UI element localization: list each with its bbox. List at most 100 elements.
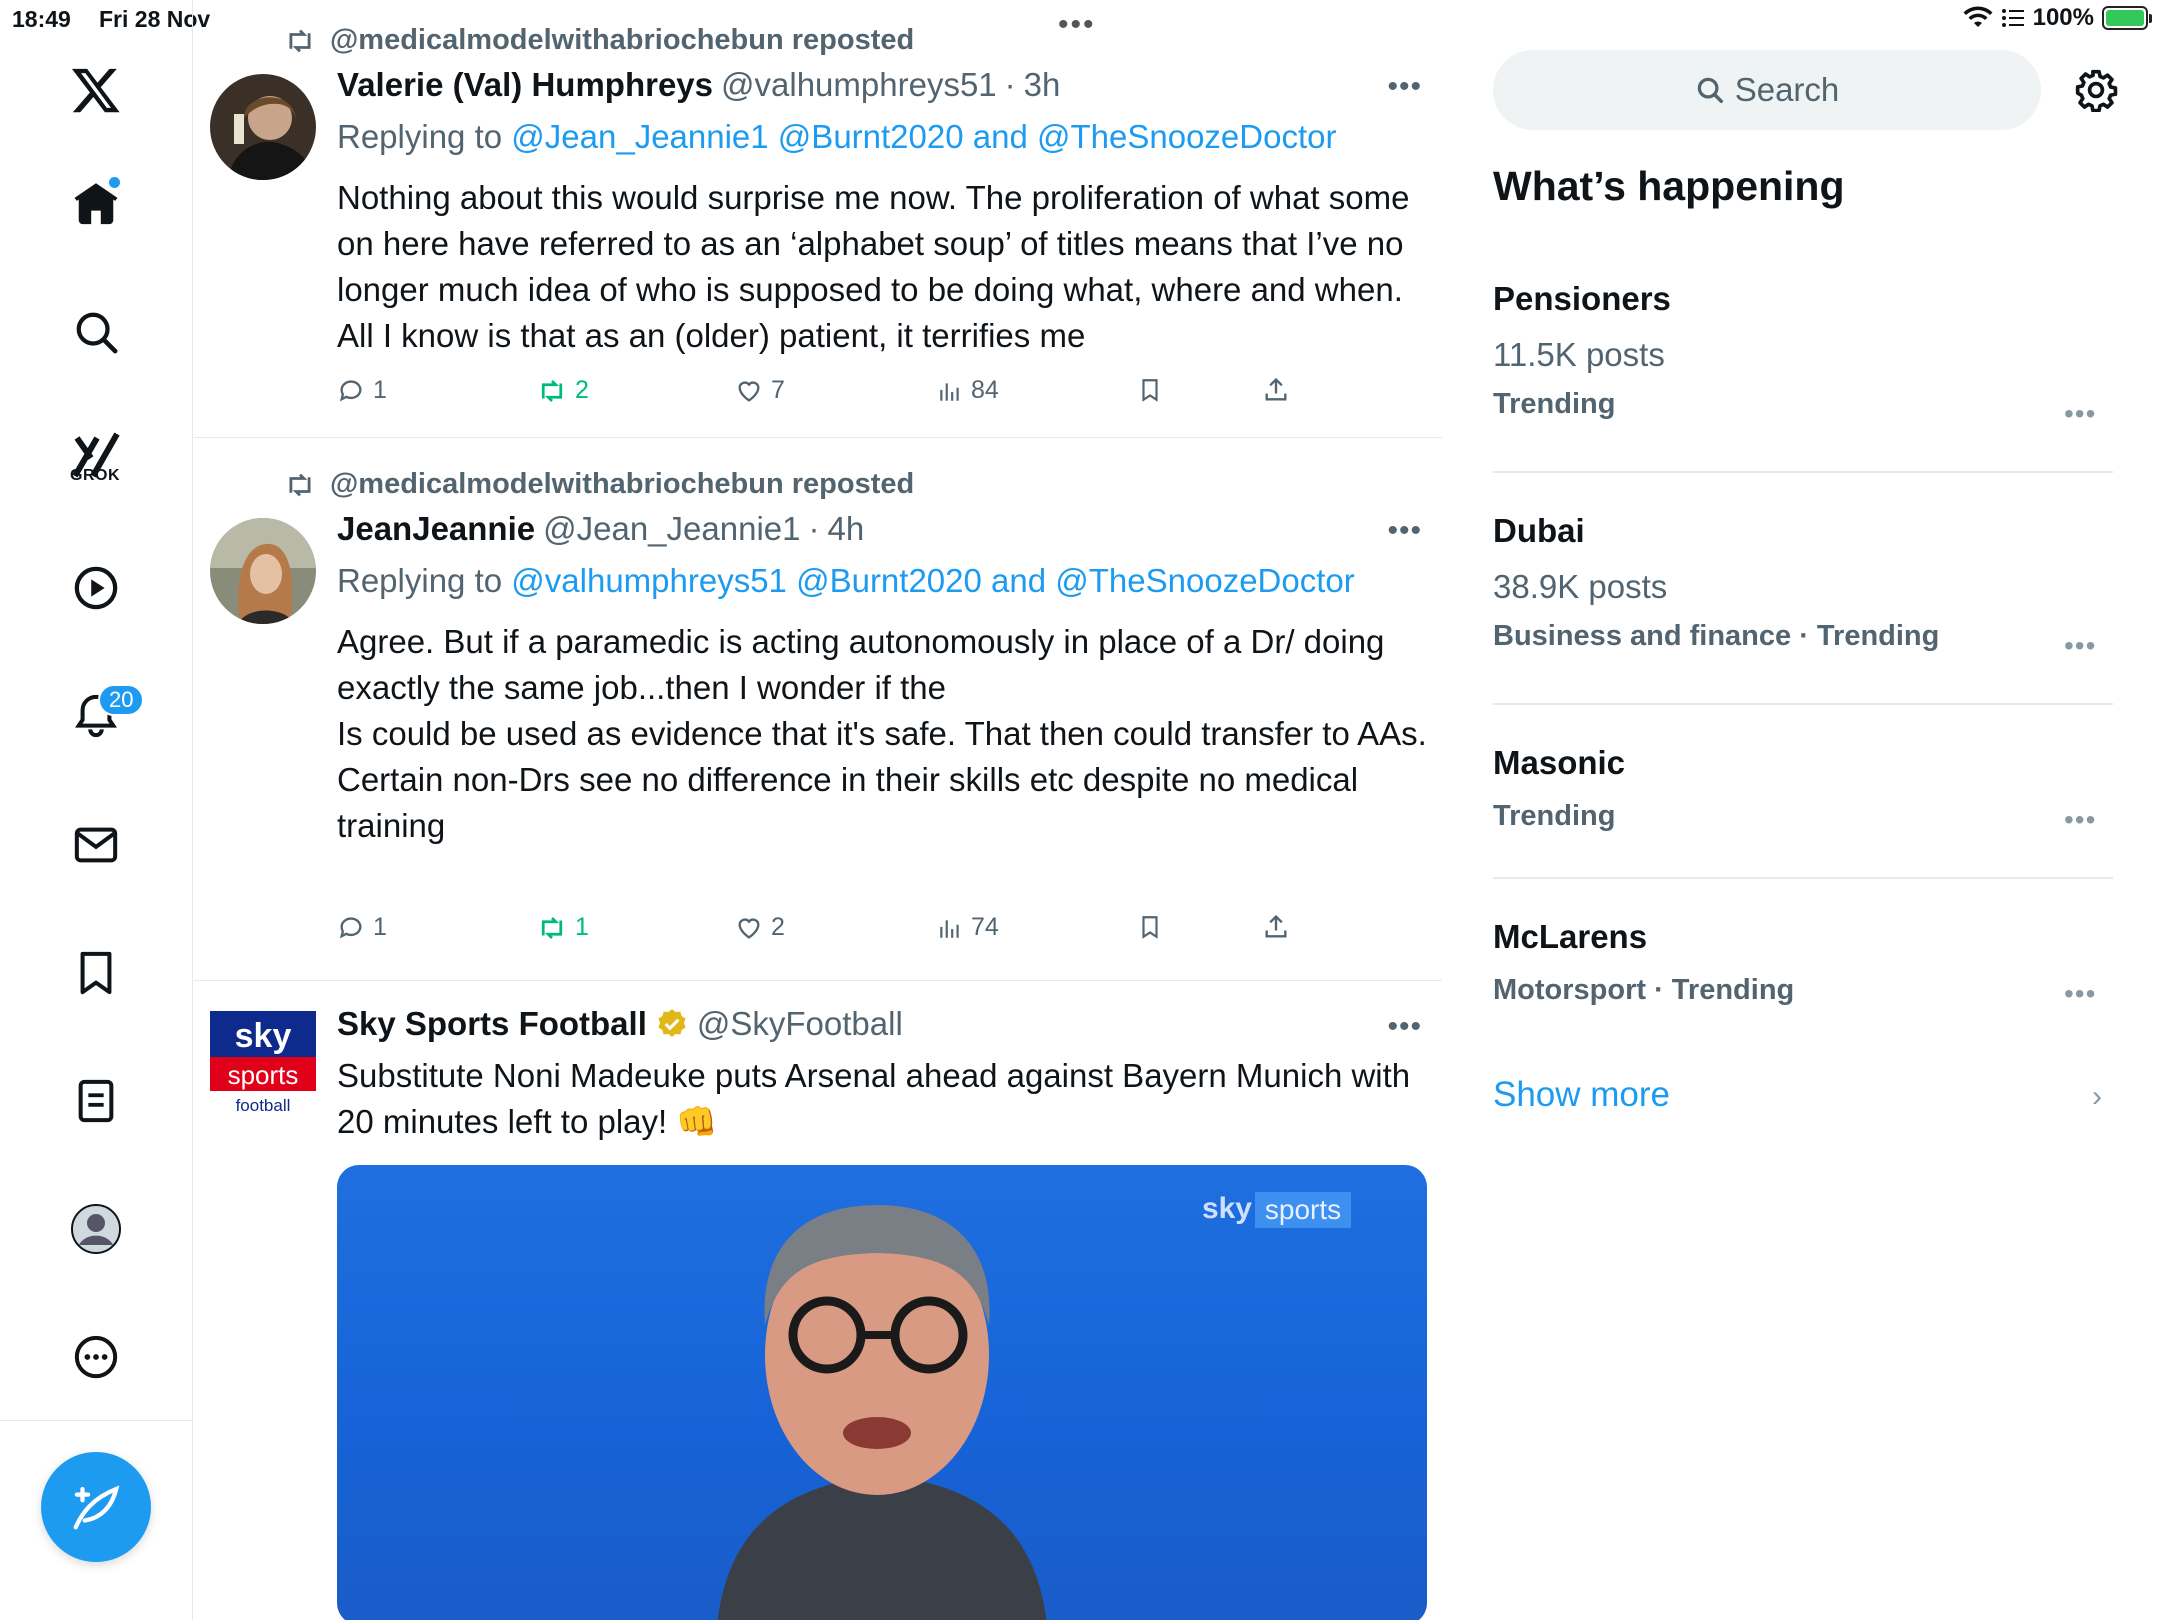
compose-post-button[interactable]	[41, 1452, 151, 1562]
show-more-link[interactable]: Show more	[1493, 1075, 1670, 1115]
views-button[interactable]: 74	[937, 913, 999, 942]
share-icon	[1265, 914, 1287, 938]
repost-icon	[289, 29, 311, 52]
views-chart-icon	[940, 919, 959, 938]
trend-divider	[1493, 471, 2113, 473]
tweet-time[interactable]: 4h	[828, 510, 865, 548]
trend-meta: Trending	[1493, 800, 1616, 832]
compose-feather-icon	[73, 1485, 120, 1530]
profile-avatar-icon[interactable]	[66, 1199, 126, 1259]
messages-envelope-icon[interactable]	[66, 815, 126, 875]
tweet-text: Nothing about this would surprise me now…	[337, 179, 1410, 354]
repost-indicator[interactable]: @medicalmodelwithabriochebun reposted	[284, 468, 914, 501]
like-count: 7	[771, 376, 785, 404]
bookmark-button[interactable]	[1137, 376, 1163, 404]
tweet-header: Valerie (Val) Humphreys @valhumphreys51 …	[337, 66, 1060, 104]
author-handle[interactable]: @valhumphreys51	[721, 66, 997, 104]
video-play-icon[interactable]	[66, 558, 126, 618]
more-options-icon[interactable]	[66, 1327, 126, 1387]
trend-item[interactable]: McLarens Motorsport · Trending	[1493, 918, 2113, 1007]
repost-icon	[289, 473, 311, 496]
author-avatar[interactable]	[210, 518, 316, 624]
trend-meta: Business and finance · Trending	[1493, 620, 1940, 652]
search-input[interactable]: Search	[1493, 50, 2041, 130]
bookmark-icon	[1142, 379, 1158, 402]
tweet-more-button[interactable]: •••	[1387, 514, 1422, 548]
separator-dot: ·	[1004, 66, 1016, 103]
tweet-divider	[194, 980, 1442, 981]
share-button[interactable]	[1262, 376, 1290, 404]
home-icon[interactable]	[66, 173, 126, 233]
trend-name: McLarens	[1493, 918, 1648, 955]
views-button[interactable]: 84	[937, 376, 999, 405]
lists-icon[interactable]	[66, 1071, 126, 1131]
replying-to-users[interactable]: @Jean_Jeannie1 @Burnt2020 and @TheSnooze…	[511, 118, 1336, 155]
tweet-header: Sky Sports Football @SkyFootball	[337, 1005, 903, 1043]
search-placeholder: Search	[1734, 71, 1840, 108]
focus-list-icon	[2001, 9, 2024, 27]
repost-icon	[541, 379, 563, 402]
tweet-time[interactable]: 3h	[1024, 66, 1061, 104]
heart-icon	[738, 917, 760, 939]
search-icon	[1697, 77, 1723, 103]
sky-sports-football-avatar[interactable]: sky sports football	[210, 1011, 316, 1119]
reply-count: 1	[373, 913, 387, 941]
logo-sky-text: sky	[235, 1017, 292, 1055]
like-button[interactable]: 7	[735, 376, 785, 405]
tweet-divider	[194, 437, 1442, 438]
wifi-icon	[1963, 6, 1993, 27]
battery-icon	[2102, 6, 2152, 30]
watermark-sky: sky	[1202, 1192, 1252, 1225]
reply-button[interactable]: 1	[337, 376, 387, 405]
explore-search-icon[interactable]	[66, 302, 126, 362]
nav-divider	[0, 1420, 193, 1421]
x-logo-icon[interactable]	[66, 60, 126, 120]
reply-button[interactable]: 1	[337, 913, 387, 942]
author-name[interactable]: Valerie (Val) Humphreys	[337, 66, 713, 104]
left-nav: GROK 20	[0, 0, 193, 1620]
bookmarks-icon[interactable]	[66, 943, 126, 1003]
tweet-actions: 1 1 2 74	[337, 913, 1337, 949]
repost-button[interactable]: 1	[537, 913, 589, 942]
like-count: 2	[771, 913, 785, 941]
bookmark-button[interactable]	[1137, 913, 1163, 941]
trend-posts: 11.5K posts	[1493, 336, 1665, 373]
grok-icon[interactable]: GROK	[66, 425, 126, 485]
notifications-bell-icon[interactable]: 20	[66, 684, 145, 746]
reply-count: 1	[373, 376, 387, 404]
trend-meta: Trending	[1493, 388, 1616, 420]
replying-to: Replying to @Jean_Jeannie1 @Burnt2020 an…	[337, 118, 1336, 156]
author-handle[interactable]: @SkyFootball	[697, 1005, 903, 1043]
settings-gear-icon[interactable]	[2074, 68, 2118, 113]
trend-item[interactable]: Dubai 38.9K posts Business and finance ·…	[1493, 512, 2113, 653]
trend-item[interactable]: Masonic Trending	[1493, 744, 2113, 833]
repost-button[interactable]: 2	[537, 376, 589, 405]
like-button[interactable]: 2	[735, 913, 785, 942]
repost-count: 1	[575, 913, 589, 941]
trend-meta: Motorsport · Trending	[1493, 974, 1795, 1006]
author-avatar[interactable]	[210, 74, 316, 180]
repost-indicator[interactable]: @medicalmodelwithabriochebun reposted	[284, 24, 914, 57]
trend-more-button[interactable]: •••	[2064, 630, 2096, 662]
trend-more-button[interactable]: •••	[2064, 804, 2096, 836]
tweet-more-button[interactable]: •••	[1387, 1010, 1422, 1044]
home-unread-dot	[109, 177, 120, 188]
logo-sports-text: sports	[228, 1060, 299, 1090]
trend-item[interactable]: Pensioners 11.5K posts Trending	[1493, 280, 2113, 421]
tweet-text: Substitute Noni Madeuke puts Arsenal ahe…	[337, 1057, 1411, 1140]
chevron-right-icon: ›	[2092, 1080, 2102, 1113]
author-name[interactable]: JeanJeannie	[337, 510, 535, 548]
author-handle[interactable]: @Jean_Jeannie1	[543, 510, 800, 548]
replying-to-users[interactable]: @valhumphreys51 @Burnt2020 and @TheSnooz…	[511, 562, 1354, 599]
share-button[interactable]	[1262, 913, 1290, 941]
share-icon	[1265, 377, 1287, 401]
tweet-video-media[interactable]: sky sports	[337, 1165, 1427, 1620]
trend-more-button[interactable]: •••	[2064, 398, 2096, 430]
views-count: 84	[971, 376, 999, 404]
trend-more-button[interactable]: •••	[2064, 978, 2096, 1010]
heart-icon	[738, 380, 760, 402]
battery-percent: 100%	[2032, 4, 2094, 31]
tweet-more-button[interactable]: •••	[1387, 70, 1422, 104]
author-name[interactable]: Sky Sports Football	[337, 1005, 647, 1043]
notifications-badge: 20	[98, 684, 145, 716]
